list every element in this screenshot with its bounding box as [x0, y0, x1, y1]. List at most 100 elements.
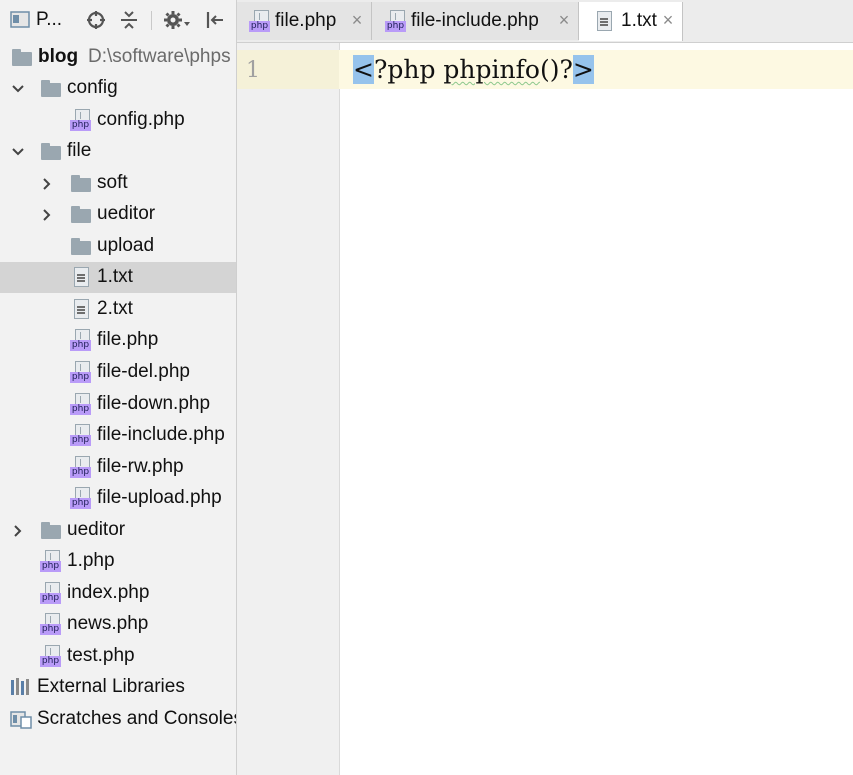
folder-icon — [40, 77, 62, 99]
close-icon[interactable]: × — [660, 11, 676, 29]
chevron-right-icon[interactable] — [11, 524, 25, 538]
tree-item-label: config.php — [97, 108, 185, 130]
settings-button[interactable] — [162, 10, 192, 30]
code-function: phpinfo — [443, 55, 540, 84]
php-file-icon: php — [40, 550, 62, 573]
code-editor[interactable]: <?php phpinfo()?> — [353, 52, 594, 88]
tree-item-file-down-php[interactable]: php file-down.php — [0, 389, 236, 420]
tree-item-label: file-del.php — [97, 360, 190, 382]
tree-item-ueditor[interactable]: ueditor — [0, 515, 236, 546]
tree-item-soft[interactable]: soft — [0, 168, 236, 199]
tree-item-config[interactable]: config — [0, 73, 236, 104]
folder-icon — [70, 203, 92, 225]
close-icon[interactable]: × — [349, 11, 365, 29]
close-icon[interactable]: × — [556, 11, 572, 29]
tree-item-file-include-php[interactable]: php file-include.php — [0, 420, 236, 451]
folder-icon — [11, 46, 33, 68]
chevron-down-icon[interactable] — [11, 82, 25, 96]
php-file-icon: php — [70, 360, 92, 383]
tree-item-config-php[interactable]: php config.php — [0, 105, 236, 136]
tree-item-label: Scratches and Consoles — [37, 708, 237, 729]
tree-item-scratches-and-consoles[interactable]: Scratches and Consoles — [0, 704, 236, 735]
tree-item-label: 2.txt — [97, 297, 133, 319]
folder-icon — [40, 519, 62, 541]
tree-item-label: news.php — [67, 613, 149, 635]
php-file-icon: php — [70, 455, 92, 478]
project-toolbar: P... — [0, 0, 236, 40]
tree-item-file[interactable]: file — [0, 136, 236, 167]
tree-item-label: file-include.php — [97, 424, 225, 446]
tree-item-file-del-php[interactable]: php file-del.php — [0, 357, 236, 388]
tree-item-index-php[interactable]: php index.php — [0, 578, 236, 609]
project-view-label: P... — [36, 9, 63, 30]
project-view-icon — [10, 11, 30, 28]
tree-item-upload[interactable]: upload — [0, 231, 236, 262]
php-file-icon: php — [40, 581, 62, 604]
tab-label: file-include.php — [411, 10, 539, 31]
tree-item-label: index.php — [67, 581, 150, 603]
folder-icon — [70, 172, 92, 194]
hide-panel-button[interactable] — [203, 10, 227, 30]
tab-1-txt[interactable]: 1.txt × — [579, 2, 683, 41]
tree-item-test-php[interactable]: php test.php — [0, 641, 236, 672]
php-file-icon: php — [70, 108, 92, 131]
library-icon — [10, 676, 32, 698]
tree-item-1-txt[interactable]: 1.txt — [0, 262, 236, 294]
php-file-icon: php — [40, 613, 62, 636]
tree-item-file-upload-php[interactable]: php file-upload.php — [0, 483, 236, 514]
project-panel: P... blog D:\software\phps config php co… — [0, 0, 237, 775]
text-file-icon — [70, 266, 92, 288]
php-file-icon: php — [70, 392, 92, 415]
editor-gutter — [237, 43, 340, 775]
php-file-icon: php — [249, 10, 271, 34]
text-file-icon — [593, 10, 615, 32]
php-file-icon: php — [40, 644, 62, 667]
tree-item-file-rw-php[interactable]: php file-rw.php — [0, 452, 236, 483]
tree-item-label: file-upload.php — [97, 487, 222, 509]
tree-item-ueditor[interactable]: ueditor — [0, 199, 236, 230]
tree-item-label: test.php — [67, 644, 135, 666]
tab-file-php[interactable]: php file.php × — [237, 2, 372, 40]
collapse-all-button[interactable] — [117, 10, 141, 30]
tree-item-label: file-rw.php — [97, 455, 184, 477]
folder-icon — [40, 140, 62, 162]
tree-item-label: ueditor — [67, 518, 126, 540]
tab-file-include-php[interactable]: php file-include.php × — [372, 2, 579, 40]
tree-item-label: file-down.php — [97, 392, 211, 414]
tree-item-label: upload — [97, 234, 155, 256]
tree-item-external-libraries[interactable]: External Libraries — [0, 672, 236, 703]
folder-icon — [70, 235, 92, 257]
php-file-icon: php — [70, 487, 92, 510]
tree-item-label: ueditor — [97, 203, 156, 225]
chevron-down-icon[interactable] — [11, 145, 25, 159]
tree-item-news-php[interactable]: php news.php — [0, 609, 236, 640]
locate-icon — [87, 11, 105, 29]
php-file-icon: php — [70, 329, 92, 352]
tree-item-1-php[interactable]: php 1.php — [0, 546, 236, 577]
tree-item-label: External Libraries — [37, 676, 185, 698]
tree-item-2-txt[interactable]: 2.txt — [0, 294, 236, 325]
scratches-icon — [10, 708, 32, 730]
editor-tab-bar: php file.php × php file-include.php × 1.… — [237, 0, 853, 43]
toolbar-divider — [151, 11, 152, 30]
matched-bracket-close: > — [572, 55, 594, 84]
matched-bracket-open: < — [353, 55, 374, 84]
chevron-right-icon[interactable] — [40, 208, 54, 222]
collapse-all-icon — [121, 11, 137, 29]
locate-button[interactable] — [84, 10, 108, 30]
project-view-selector[interactable]: P... — [10, 9, 70, 30]
tab-label: file.php — [275, 10, 337, 31]
tree-root-blog[interactable]: blog D:\software\phps — [0, 42, 236, 73]
php-file-icon: php — [385, 10, 407, 34]
text-file-icon — [70, 298, 92, 320]
root-folder-name: blog — [38, 46, 79, 67]
root-folder-path: D:\software\phps — [88, 46, 231, 67]
tree-item-label: 1.php — [67, 550, 115, 572]
chevron-right-icon[interactable] — [40, 177, 54, 191]
code-text: ?php — [373, 55, 444, 84]
tree-item-label: soft — [97, 171, 128, 193]
tree-item-file-php[interactable]: php file.php — [0, 325, 236, 356]
tree-item-label: file.php — [97, 329, 159, 351]
line-number: 1 — [246, 58, 260, 83]
hide-icon — [206, 12, 223, 28]
